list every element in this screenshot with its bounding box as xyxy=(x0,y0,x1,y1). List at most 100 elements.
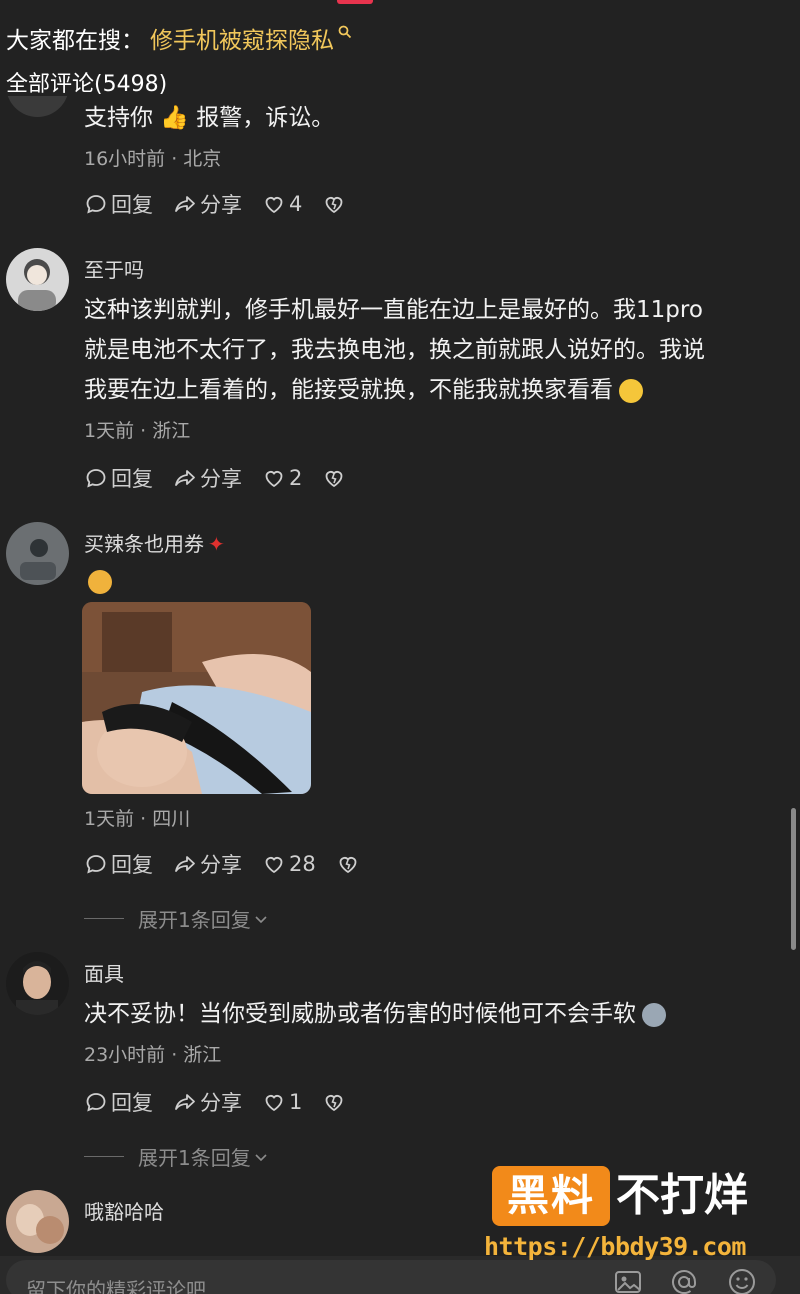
maple-leaf-icon: ✦ xyxy=(208,532,225,556)
share-label: 分享 xyxy=(200,853,242,877)
comment-text-body: 决不妥协！当你受到威胁或者伤害的时候他可不会手软 xyxy=(84,1001,636,1027)
like-button[interactable]: 2 xyxy=(262,466,302,490)
share-label: 分享 xyxy=(200,1091,242,1115)
heart-icon xyxy=(265,471,283,488)
like-count: 28 xyxy=(289,852,316,876)
like-button[interactable]: 4 xyxy=(262,192,302,216)
reply-label: 回复 xyxy=(111,853,153,877)
thinking-emoji-icon xyxy=(619,378,643,403)
comment-text-line: 我要在边上看着的，能接受就换，不能我就换家看看 xyxy=(84,370,784,410)
reply-button[interactable]: 回复 xyxy=(84,463,153,493)
comment-meta: 16小时前 · 北京 xyxy=(84,148,222,170)
reply-icon xyxy=(86,1093,106,1112)
avatar[interactable] xyxy=(6,248,69,311)
divider xyxy=(84,918,124,919)
divider xyxy=(84,1156,124,1157)
chevron-down-icon xyxy=(255,915,267,923)
expand-replies-label: 展开1条回复 xyxy=(138,908,251,932)
emoji-icon[interactable] xyxy=(726,1266,758,1294)
avatar[interactable] xyxy=(6,952,69,1015)
broken-heart-icon xyxy=(325,1095,343,1112)
comment-text: 支持你 👍 报警，诉讼。 xyxy=(84,105,335,131)
comment-text-line: 就是电池不太行了，我去换电池，换之前就跟人说好的。我说 xyxy=(84,337,705,363)
comment-photo[interactable] xyxy=(82,602,311,794)
comment-meta: 1天前 · 四川 xyxy=(84,808,191,830)
heart-icon xyxy=(265,197,283,214)
comment-username[interactable]: 面具 xyxy=(84,958,124,987)
like-button[interactable]: 28 xyxy=(262,852,316,876)
dislike-button[interactable] xyxy=(322,1090,349,1114)
broken-heart-icon xyxy=(339,857,357,874)
comment-meta: 23小时前 · 浙江 xyxy=(84,1044,222,1066)
share-icon xyxy=(175,856,195,872)
comment-meta: 1天前 · 浙江 xyxy=(84,420,191,442)
comment-text-line: 这种该判就判，修手机最好一直能在边上是最好的。我11pro xyxy=(84,297,703,323)
expand-replies-button[interactable]: 展开1条回复 xyxy=(84,904,269,933)
share-label: 分享 xyxy=(200,467,242,491)
top-accent-bar xyxy=(337,0,373,4)
comment-actions: 回复 分享 2 xyxy=(84,464,349,492)
comment-text: 决不妥协！当你受到威胁或者伤害的时候他可不会手软 xyxy=(84,994,784,1034)
like-count: 1 xyxy=(289,1090,303,1114)
dislike-button[interactable] xyxy=(336,852,363,876)
like-count: 2 xyxy=(289,466,303,490)
share-icon xyxy=(175,1094,195,1110)
comment-username[interactable]: 哦豁哈哈 xyxy=(84,1196,164,1225)
broken-heart-icon xyxy=(325,471,343,488)
comment-input[interactable]: 留下你的精彩评论吧 xyxy=(6,1260,776,1294)
comment-text-line-text: 我要在边上看着的，能接受就换，不能我就换家看看 xyxy=(84,377,613,403)
comment-list[interactable]: 支持你 👍 报警，诉讼。 16小时前 · 北京 回复 分享 4 至于吗 这种该判… xyxy=(0,96,800,1256)
share-icon xyxy=(175,470,195,486)
like-count: 4 xyxy=(289,192,303,216)
reply-icon xyxy=(86,855,106,874)
share-icon xyxy=(175,196,195,212)
comment-username-text: 买辣条也用券 xyxy=(84,532,204,556)
share-button[interactable]: 分享 xyxy=(173,463,242,493)
expand-replies-label: 展开1条回复 xyxy=(138,1146,251,1170)
reply-label: 回复 xyxy=(111,467,153,491)
watermark-slogan: 不打烊 xyxy=(616,1170,748,1221)
image-icon[interactable] xyxy=(612,1266,644,1294)
hot-search-query[interactable]: 修手机被窥探隐私 xyxy=(150,21,334,55)
watermark-logo: 黑料 xyxy=(492,1166,610,1226)
comment-text: 这种该判就判，修手机最好一直能在边上是最好的。我11pro 就是电池不太行了，我… xyxy=(84,290,784,410)
heart-icon xyxy=(265,857,283,874)
cat-emoji-icon xyxy=(642,1002,666,1027)
cat-emoji-icon xyxy=(88,570,112,594)
expand-replies-button[interactable]: 展开1条回复 xyxy=(84,1142,269,1171)
share-button[interactable]: 分享 xyxy=(173,1087,242,1117)
comment-actions: 回复 分享 4 xyxy=(84,190,349,218)
reply-icon xyxy=(86,469,106,488)
comment-actions: 回复 分享 1 xyxy=(84,1088,349,1116)
comment-username[interactable]: 至于吗 xyxy=(84,254,144,283)
avatar[interactable] xyxy=(6,96,69,117)
comments-count-header: 全部评论(5498) xyxy=(6,72,168,97)
search-icon xyxy=(338,25,352,39)
share-label: 分享 xyxy=(200,193,242,217)
hot-search-label: 大家都在搜： xyxy=(6,28,144,54)
reply-button[interactable]: 回复 xyxy=(84,189,153,219)
dislike-button[interactable] xyxy=(322,466,349,490)
reply-label: 回复 xyxy=(111,1091,153,1115)
reply-button[interactable]: 回复 xyxy=(84,849,153,879)
watermark-url: https://bbdy39.com xyxy=(484,1232,746,1261)
comment-username[interactable]: 买辣条也用券 ✦ xyxy=(84,528,225,557)
chevron-down-icon xyxy=(255,1153,267,1161)
broken-heart-icon xyxy=(325,197,343,214)
comment-actions: 回复 分享 28 xyxy=(84,850,363,878)
comment-input-placeholder: 留下你的精彩评论吧 xyxy=(26,1278,206,1294)
comment-input-bar: 留下你的精彩评论吧 xyxy=(0,1256,800,1294)
avatar[interactable] xyxy=(6,1190,69,1253)
share-button[interactable]: 分享 xyxy=(173,189,242,219)
share-button[interactable]: 分享 xyxy=(173,849,242,879)
reply-label: 回复 xyxy=(111,193,153,217)
reply-icon xyxy=(86,195,106,214)
heart-icon xyxy=(265,1095,283,1112)
like-button[interactable]: 1 xyxy=(262,1090,302,1114)
mention-icon[interactable] xyxy=(668,1266,700,1294)
scrollbar[interactable] xyxy=(791,808,796,950)
hot-search-bar[interactable]: 大家都在搜： 修手机被窥探隐私 xyxy=(6,18,352,58)
avatar[interactable] xyxy=(6,522,69,585)
reply-button[interactable]: 回复 xyxy=(84,1087,153,1117)
dislike-button[interactable] xyxy=(322,192,349,216)
